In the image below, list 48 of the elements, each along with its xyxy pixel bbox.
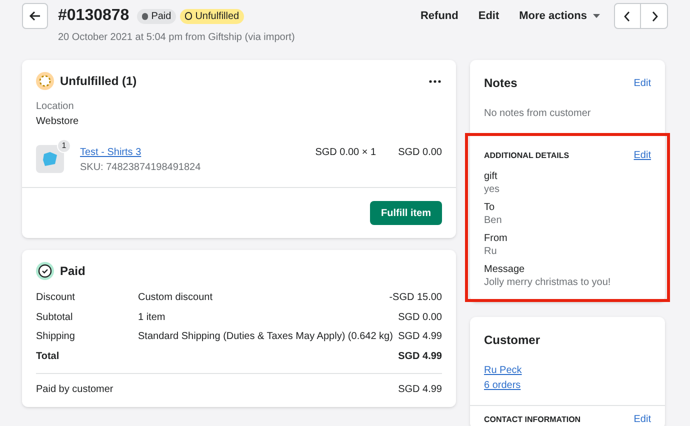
field-value: yes	[484, 183, 500, 196]
order-number: #0130878	[58, 6, 130, 26]
row-amount: SGD 4.99	[398, 330, 442, 344]
row-label: Discount	[36, 291, 76, 306]
row-amount: -SGD 15.00	[389, 291, 442, 306]
location-label: Location	[36, 100, 75, 114]
status-badge: Unfulfilled	[180, 8, 244, 24]
row-detail: Standard Shipping (Duties & Taxes May Apply) (0.642 kg)	[138, 330, 393, 344]
row-amount: SGD 0.00	[398, 310, 442, 325]
card-title: Customer	[484, 332, 540, 349]
row-amount: SGD 4.99	[398, 350, 442, 364]
fulfill-item-button[interactable]: Fulfill item	[370, 201, 442, 225]
row-detail: 1 item	[138, 310, 166, 325]
action-button[interactable]: Edit	[472, 4, 506, 28]
line-total: SGD 0.00	[398, 146, 442, 160]
edit-link[interactable]: Edit	[634, 76, 651, 90]
location-value: Webstore	[36, 115, 80, 129]
edit-link[interactable]: Edit	[634, 412, 651, 426]
quantity-badge: 1	[57, 139, 71, 153]
card-title: Unfulfilled (1)	[60, 73, 137, 90]
product-sku: SKU: 74823874198491824	[80, 161, 201, 175]
order-subtitle: 20 October 2021 at 5:04 pm from Giftship (via import)	[58, 31, 295, 45]
customer-name-link[interactable]: Ru Peck	[484, 363, 522, 378]
more-actions-button[interactable]: More actions	[513, 4, 606, 28]
card-title: Notes	[484, 75, 518, 92]
row-label: Shipping	[36, 330, 76, 344]
action-button[interactable]: Refund	[414, 4, 464, 28]
field-label: gift	[484, 170, 498, 183]
field-value: Ru	[484, 245, 497, 258]
product-link[interactable]: Test - Shirts 3	[80, 145, 201, 160]
status-badge: Paid	[137, 8, 176, 24]
field-label: Message	[484, 263, 525, 276]
field-value: Ben	[484, 214, 502, 227]
field-value: Jolly merry christmas to you!	[484, 276, 611, 289]
field-label: From	[484, 232, 508, 245]
row-detail: Custom discount	[138, 291, 212, 306]
orders-link[interactable]: 6 orders	[484, 378, 521, 393]
notes-text: No notes from customer	[484, 107, 592, 121]
row-label: Total	[36, 350, 60, 364]
section-heading: ADDITIONAL DETAILS	[484, 150, 570, 162]
unit-price: SGD 0.00 × 1	[315, 146, 376, 160]
section-heading: CONTACT INFORMATION	[484, 414, 581, 426]
field-label: To	[484, 201, 495, 214]
row-label: Subtotal	[36, 310, 74, 325]
row-label: Paid by customer	[36, 383, 114, 397]
row-amount: SGD 4.99	[398, 383, 442, 397]
edit-link[interactable]: Edit	[634, 148, 651, 163]
card-title: Paid	[60, 263, 86, 280]
